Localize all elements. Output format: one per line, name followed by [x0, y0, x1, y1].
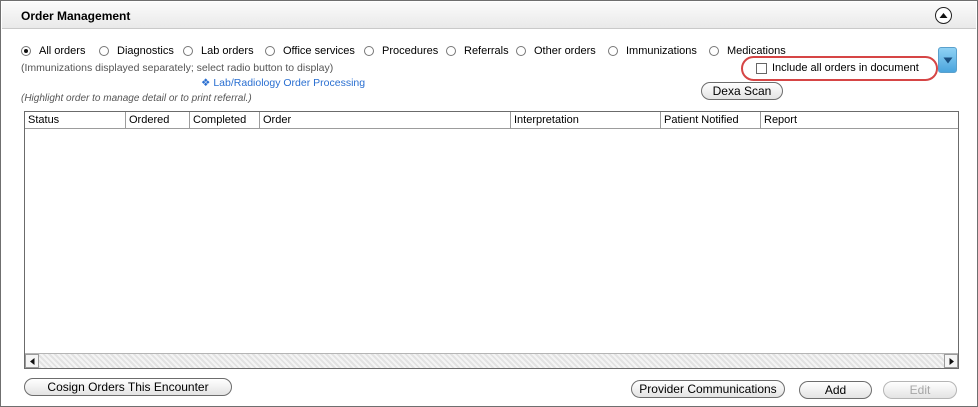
table-header: Status Ordered Completed Order Interpret…: [25, 112, 958, 129]
immunizations-note: (Immunizations displayed separately; sel…: [21, 62, 334, 74]
radio-button-icon[interactable]: [364, 46, 374, 56]
radio-button-icon[interactable]: [265, 46, 275, 56]
panel-header: Order Management: [2, 2, 976, 29]
column-header-patient-notified[interactable]: Patient Notified: [661, 112, 761, 128]
include-all-checkbox[interactable]: [756, 63, 767, 74]
column-header-ordered[interactable]: Ordered: [126, 112, 190, 128]
lab-radiology-link[interactable]: ❖ Lab/Radiology Order Processing: [201, 77, 365, 89]
scroll-left-icon[interactable]: [25, 354, 39, 368]
cosign-orders-button[interactable]: Cosign Orders This Encounter: [24, 378, 232, 396]
radio-label: Referrals: [464, 45, 509, 57]
radio-label: Office services: [283, 45, 355, 57]
radio-button-icon[interactable]: [99, 46, 109, 56]
column-header-status[interactable]: Status: [25, 112, 126, 128]
radio-button-icon[interactable]: [516, 46, 526, 56]
radio-label: Other orders: [534, 45, 596, 57]
provider-communications-button[interactable]: Provider Communications: [631, 380, 785, 398]
panel-title: Order Management: [21, 9, 131, 23]
radio-button-icon[interactable]: [446, 46, 456, 56]
collapse-up-icon[interactable]: [935, 7, 952, 24]
column-header-completed[interactable]: Completed: [190, 112, 260, 128]
column-header-report[interactable]: Report: [761, 112, 958, 128]
chevron-down-icon[interactable]: [938, 47, 957, 73]
radio-button-icon[interactable]: [183, 46, 193, 56]
highlight-instruction: (Highlight order to manage detail or to …: [21, 93, 252, 104]
add-button[interactable]: Add: [799, 381, 872, 399]
radio-label: Procedures: [382, 45, 439, 57]
dexa-scan-button[interactable]: Dexa Scan: [701, 82, 783, 100]
radio-button-icon[interactable]: [608, 46, 618, 56]
radio-label: All orders: [39, 45, 86, 57]
scroll-right-icon[interactable]: [944, 354, 958, 368]
column-header-order[interactable]: Order: [260, 112, 511, 128]
column-header-interpretation[interactable]: Interpretation: [511, 112, 661, 128]
edit-button: Edit: [883, 381, 957, 399]
radio-button-icon[interactable]: [21, 46, 31, 56]
radio-label: Diagnostics: [117, 45, 174, 57]
radio-label: Lab orders: [201, 45, 254, 57]
order-management-panel: Order Management All orders Diagnostics …: [0, 0, 978, 407]
radio-button-icon[interactable]: [709, 46, 719, 56]
include-all-label: Include all orders in document: [772, 62, 919, 74]
horizontal-scrollbar[interactable]: [25, 353, 958, 368]
orders-table[interactable]: Status Ordered Completed Order Interpret…: [24, 111, 959, 369]
radio-label: Immunizations: [626, 45, 697, 57]
